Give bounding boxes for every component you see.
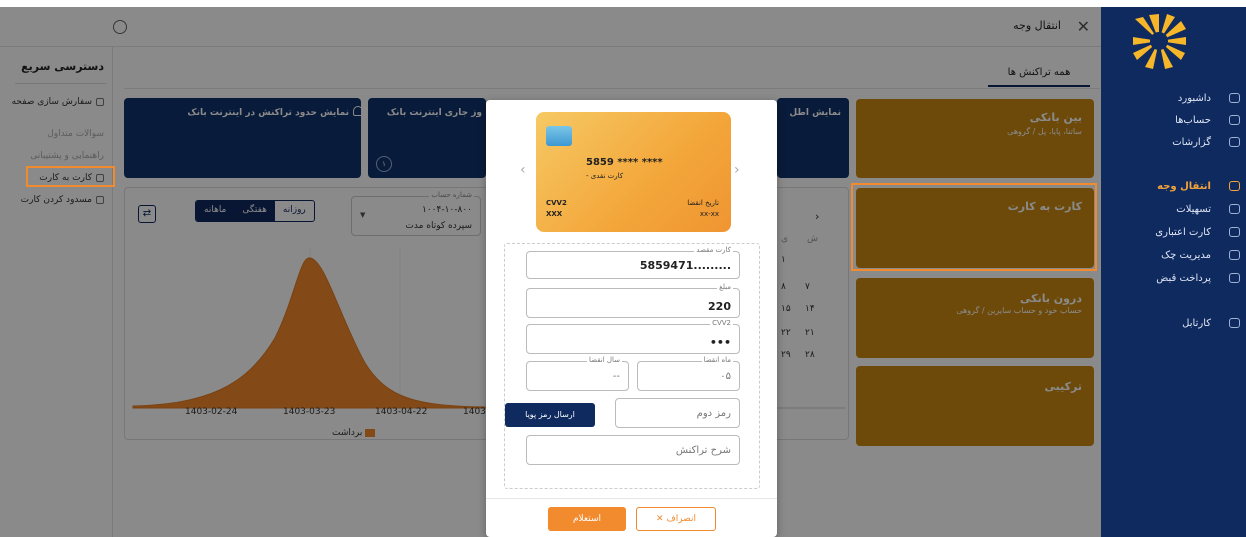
field-label: کارت مقصد (694, 246, 733, 254)
sidebar-item-label: انتقال وجه (1157, 180, 1211, 192)
exp-year-field[interactable]: سال انقضا -- (526, 356, 629, 391)
field-placeholder: رمز دوم (696, 408, 731, 419)
description-field[interactable]: شرح تراکنش (526, 435, 740, 465)
sidebar-item-label: مدیریت چک (1161, 249, 1211, 261)
exp-month-field[interactable]: ماه انقضا ۰۵ (637, 356, 740, 391)
cartable-icon (1229, 318, 1240, 328)
transfer-icon (1229, 181, 1240, 191)
field-value: -- (612, 371, 620, 382)
sidebar-item-cheque[interactable]: مدیریت چک (1115, 246, 1246, 264)
sidebar-item-accounts[interactable]: حساب‌ها (1115, 111, 1246, 129)
bank-logo (1133, 14, 1186, 69)
inquiry-button[interactable]: استعلام (548, 507, 626, 531)
field-label: مبلغ (717, 283, 733, 291)
send-otp-button[interactable]: ارسال رمز پویا (505, 403, 595, 427)
chevron-right-icon[interactable]: › (734, 162, 740, 178)
sidebar-item-label: گزارشات (1172, 136, 1211, 148)
cancel-button[interactable]: ✕ انصراف (636, 507, 716, 531)
highlight-box (26, 166, 115, 187)
field-label: سال انقضا (587, 356, 622, 364)
field-placeholder: شرح تراکنش (675, 445, 731, 456)
sidebar-item-loans[interactable]: تسهیلات (1115, 200, 1246, 218)
sidebar-item-label: داشبورد (1177, 92, 1211, 104)
second-password-field[interactable]: رمز دوم (615, 398, 740, 428)
sidebar-item-transfer[interactable]: انتقال وجه (1115, 177, 1246, 195)
card-type: - کارت نقدی (586, 172, 624, 180)
loan-icon (1229, 204, 1240, 214)
field-value: 5859471......... (639, 259, 731, 272)
card-expiry-label: تاریخ انقضا (687, 199, 719, 207)
sidebar-item-label: تسهیلات (1176, 203, 1211, 215)
cancel-label: انصراف (666, 514, 696, 524)
amount-field[interactable]: مبلغ 220 (526, 283, 740, 318)
dest-card-field[interactable]: کارت مقصد 5859471......... (526, 246, 740, 279)
sidebar-item-credit-card[interactable]: کارت اعتباری (1115, 223, 1246, 241)
sidebar-item-label: کارتابل (1182, 317, 1211, 329)
dashboard-icon (1229, 93, 1240, 103)
page: انتقال وجه ✕ دسترسی سریع سفارش سازی صفحه… (0, 0, 1246, 537)
card-cvv-label: CVV2 (546, 199, 567, 207)
sidebar-item-dashboard[interactable]: داشبورد (1115, 89, 1246, 107)
cvv2-field[interactable]: CVV2 ••• (526, 319, 740, 354)
bill-icon (1229, 273, 1240, 283)
sidebar-item-cartable[interactable]: کارتابل (1115, 314, 1246, 332)
sidebar-item-label: پرداخت قبض (1156, 272, 1211, 284)
card-expiry-value: xx-xx (699, 210, 719, 218)
close-icon: ✕ (655, 514, 667, 524)
field-label: ماه انقضا (701, 356, 733, 364)
bank-icon (1229, 115, 1240, 125)
field-label: CVV2 (710, 319, 733, 327)
card-chip (546, 126, 572, 146)
transfer-form: کارت مقصد 5859471......... مبلغ 220 CVV2… (504, 243, 760, 489)
card-number: 5859 **** **** (586, 157, 663, 168)
sidebar-item-bill[interactable]: پرداخت قبض (1115, 269, 1246, 287)
highlight-box (851, 183, 1097, 271)
card-cvv-value: XXX (546, 210, 563, 218)
sidebar-item-reports[interactable]: گزارشات (1115, 133, 1246, 151)
sidebar-item-label: حساب‌ها (1175, 114, 1211, 126)
report-icon (1229, 137, 1240, 147)
credit-card-icon (1229, 227, 1240, 237)
sidebar: داشبورد حساب‌ها گزارشات انتقال وجه تسهیل… (1101, 7, 1246, 537)
sidebar-item-label: کارت اعتباری (1155, 226, 1211, 238)
cheque-icon (1229, 250, 1240, 260)
modal-footer: استعلام ✕ انصراف (486, 498, 777, 537)
field-value: 220 (708, 300, 731, 313)
field-value: ۰۵ (720, 371, 731, 382)
chevron-left-icon[interactable]: ‹ (520, 162, 526, 178)
source-card[interactable]: 5859 **** **** - کارت نقدی CVV2 XXX تاری… (536, 112, 731, 232)
field-value: ••• (709, 336, 731, 349)
card-transfer-modal: ‹ 5859 **** **** - کارت نقدی CVV2 XXX تا… (486, 100, 777, 537)
